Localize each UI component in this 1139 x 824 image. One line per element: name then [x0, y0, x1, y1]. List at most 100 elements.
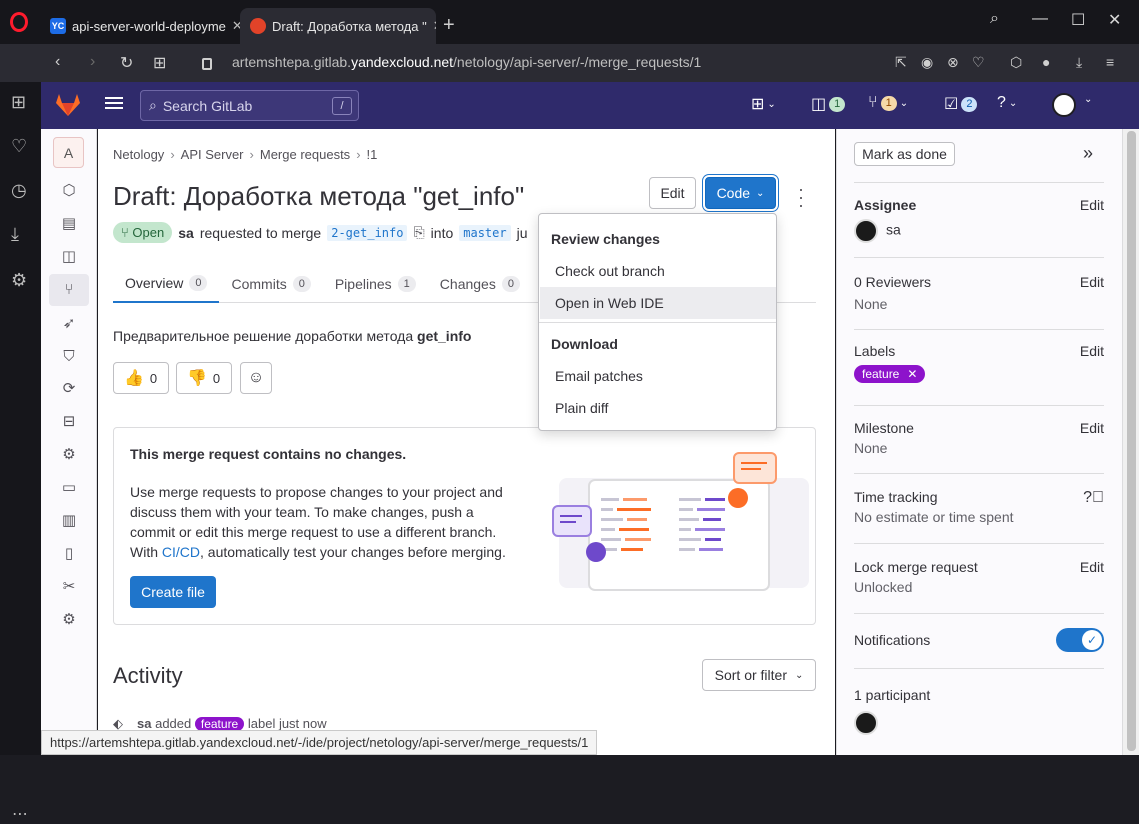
extensions-icon[interactable]: ⬡	[1010, 54, 1022, 71]
create-file-button[interactable]: Create file	[130, 576, 216, 608]
repository-icon[interactable]: ▤	[60, 215, 78, 233]
project-avatar[interactable]: A	[53, 137, 84, 168]
email-patches-item[interactable]: Email patches	[540, 360, 776, 392]
url-field[interactable]: artemshtepa.gitlab.yandexcloud.net/netol…	[232, 54, 701, 70]
code-button[interactable]: Code ⌄	[705, 177, 776, 209]
labels-edit-link[interactable]: Edit	[1080, 343, 1104, 359]
plain-diff-item[interactable]: Plain diff	[540, 392, 776, 424]
analytics-icon[interactable]: ▥	[60, 512, 78, 530]
collapse-sidebar-icon[interactable]: »	[1083, 143, 1093, 164]
browser-tab-strip: YC api-server-world-deployme ✕ Draft: До…	[0, 0, 1139, 44]
help-question-icon[interactable]: ?⃝	[1083, 489, 1104, 507]
tab-overview[interactable]: Overview 0	[113, 265, 220, 303]
gitlab-favicon-icon	[250, 18, 266, 34]
settings-gear-icon[interactable]: ⚙	[11, 270, 27, 291]
download-icon[interactable]: ⤓	[1076, 54, 1082, 71]
scrollbar-thumb[interactable]	[1127, 131, 1136, 751]
breadcrumb-mr-id[interactable]: !1	[367, 147, 378, 162]
browser-tab-deployment[interactable]: YC api-server-world-deployme ✕	[40, 8, 240, 44]
issues-button[interactable]: ◫ 1	[811, 94, 846, 114]
tab-changes[interactable]: Changes 0	[428, 265, 532, 303]
author-link[interactable]: sa	[178, 225, 194, 241]
sort-filter-button[interactable]: Sort or filter ⌄	[702, 659, 816, 691]
deployments-rocket-icon[interactable]: ➶	[60, 315, 78, 333]
tab-commits[interactable]: Commits 0	[219, 265, 322, 303]
reviewers-edit-link[interactable]: Edit	[1080, 274, 1104, 290]
edit-button[interactable]: Edit	[649, 177, 696, 209]
ci-cd-link[interactable]: CI/CD	[162, 544, 200, 560]
issues-nav-icon[interactable]: ◫	[60, 248, 78, 266]
hamburger-menu-icon[interactable]	[105, 97, 123, 99]
close-tab-icon[interactable]: ✕	[427, 18, 436, 34]
project-overview-icon[interactable]: ⬡	[60, 182, 78, 200]
close-window-icon[interactable]: ✕	[1108, 10, 1121, 30]
search-input[interactable]: ⌕ Search GitLab /	[140, 90, 359, 121]
tab-title: api-server-world-deployme	[72, 18, 226, 34]
feature-label-chip[interactable]: feature ✕	[854, 365, 926, 383]
help-button[interactable]: ? ⌄	[997, 94, 1017, 112]
speed-dial-icon[interactable]: ⊞	[11, 92, 26, 113]
create-new-button[interactable]: ⊞ ⌄	[751, 94, 776, 114]
share-icon[interactable]: ⇱	[895, 54, 907, 71]
back-icon[interactable]: ‹	[55, 53, 60, 71]
thumbs-down-button[interactable]: 👎 0	[176, 362, 232, 394]
settings-icon[interactable]: ⚙	[60, 611, 78, 629]
more-actions-icon[interactable]: · · ·	[798, 180, 804, 214]
merge-requests-button[interactable]: ⑂ 1 ⌄	[868, 94, 908, 112]
assignee-edit-link[interactable]: Edit	[1080, 197, 1104, 213]
deploy-icon[interactable]: ⟳	[60, 380, 78, 398]
participant-avatar[interactable]	[854, 711, 1104, 735]
profile-icon[interactable]: ●	[1042, 54, 1050, 70]
target-branch[interactable]: master	[459, 224, 511, 241]
mark-as-done-button[interactable]: Mark as done	[854, 142, 955, 166]
new-tab-button[interactable]: +	[443, 14, 455, 37]
remove-label-icon[interactable]: ✕	[907, 367, 917, 381]
monitor-icon[interactable]: ▭	[60, 479, 78, 497]
merge-requests-nav-icon[interactable]: ⑂	[49, 274, 89, 306]
minimize-icon[interactable]: —	[1032, 10, 1048, 28]
forward-icon[interactable]: ›	[90, 53, 95, 71]
tabs-grid-icon[interactable]: ⊞	[153, 53, 166, 73]
adblock-icon[interactable]: ⊗	[947, 54, 959, 71]
add-reaction-button[interactable]: ☺	[240, 362, 272, 394]
downloads-icon[interactable]: ⤓	[11, 224, 19, 245]
gitlab-logo-icon[interactable]	[55, 93, 81, 117]
close-tab-icon[interactable]: ✕	[226, 18, 240, 34]
browser-search-icon[interactable]: ⌕	[990, 10, 999, 28]
plus-square-icon: ⊞	[751, 96, 765, 113]
source-branch[interactable]: 2-get_info	[327, 224, 408, 241]
browser-tab-merge-request[interactable]: Draft: Доработка метода " ✕	[240, 8, 436, 44]
wiki-book-icon[interactable]: ▯	[60, 545, 78, 563]
camera-icon[interactable]: ◉	[921, 54, 933, 71]
maximize-icon[interactable]: ☐	[1071, 10, 1085, 30]
history-clock-icon[interactable]: ◷	[11, 180, 27, 201]
assignee-user[interactable]: sa	[854, 219, 1104, 243]
breadcrumb-netology[interactable]: Netology	[113, 147, 164, 162]
open-web-ide-item[interactable]: Open in Web IDE	[540, 287, 776, 319]
more-dots-icon[interactable]: ⋯	[12, 804, 28, 824]
milestone-edit-link[interactable]: Edit	[1080, 420, 1104, 436]
user-avatar[interactable]	[1052, 93, 1076, 117]
opera-logo-icon[interactable]	[10, 12, 28, 32]
reload-icon[interactable]: ↻	[120, 53, 133, 73]
thumbs-up-button[interactable]: 👍 0	[113, 362, 169, 394]
code-button-label: Code	[716, 185, 751, 201]
todos-button[interactable]: ☑ 2	[944, 94, 978, 114]
lock-title: Lock merge request	[854, 559, 978, 575]
breadcrumb-api-server[interactable]: API Server	[181, 147, 244, 162]
notifications-toggle[interactable]	[1056, 628, 1104, 652]
packages-icon[interactable]: ⊟	[60, 413, 78, 431]
heart-icon[interactable]: ♡	[972, 54, 985, 71]
infrastructure-icon[interactable]: ⚙	[60, 446, 78, 464]
menu-icon[interactable]: ≡	[1106, 54, 1114, 70]
scrollbar[interactable]	[1122, 129, 1139, 755]
lock-edit-link[interactable]: Edit	[1080, 559, 1104, 575]
tab-pipelines[interactable]: Pipelines 1	[323, 265, 428, 303]
check-out-branch-item[interactable]: Check out branch	[540, 255, 776, 287]
breadcrumb-merge-requests[interactable]: Merge requests	[260, 147, 350, 162]
bookmarks-heart-icon[interactable]: ♡	[11, 136, 27, 157]
snippets-scissors-icon[interactable]: ✂	[60, 578, 78, 596]
avatar-chevron-down-icon[interactable]: ⌄	[1084, 94, 1092, 105]
copy-branch-icon[interactable]: ⎘	[413, 224, 424, 241]
security-shield-icon[interactable]: ⛉	[60, 348, 78, 366]
